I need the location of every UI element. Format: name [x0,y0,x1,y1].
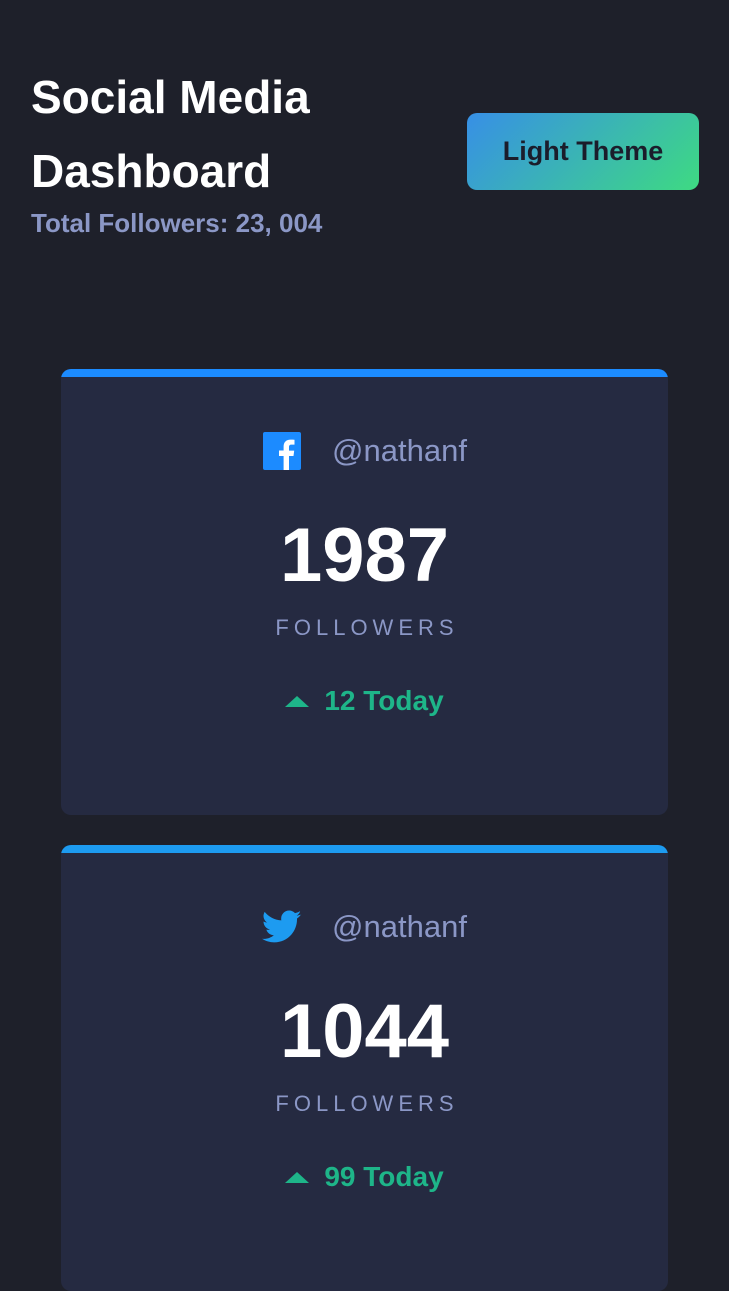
facebook-icon [262,431,302,471]
facebook-followers-card: @nathanf 1987 FOLLOWERS 12 Today [61,369,668,815]
page-title-line2: Dashboard [31,145,272,197]
facebook-handle-row: @nathanf [61,429,668,473]
total-followers: Total Followers: 23, 004 [31,208,323,238]
page-title-line1: Social Media [31,71,310,123]
twitter-followers-card: @nathanf 1044 FOLLOWERS 99 Today [61,845,668,1291]
facebook-followers-label: FOLLOWERS [275,615,459,640]
facebook-today-text: 12 Today [324,685,444,716]
twitter-today-text: 99 Today [324,1161,444,1192]
page-title: Social Media Dashboard [31,60,431,208]
twitter-handle: @nathanf [332,909,467,944]
facebook-accent-bar [61,369,668,377]
twitter-handle-row: @nathanf [61,905,668,949]
page-header: Social Media Dashboard Total Followers: … [31,60,431,240]
twitter-today-change: 99 Today [61,1157,668,1197]
light-theme-button[interactable]: Light Theme [467,113,699,190]
twitter-accent-bar [61,845,668,853]
facebook-follower-count: 1987 [279,513,450,598]
twitter-icon [262,907,302,947]
facebook-today-change: 12 Today [61,681,668,721]
twitter-follower-count: 1044 [279,989,450,1074]
twitter-followers-label: FOLLOWERS [275,1091,459,1116]
up-arrow-icon [285,695,310,707]
facebook-handle: @nathanf [332,433,467,468]
up-arrow-icon [285,1171,310,1183]
